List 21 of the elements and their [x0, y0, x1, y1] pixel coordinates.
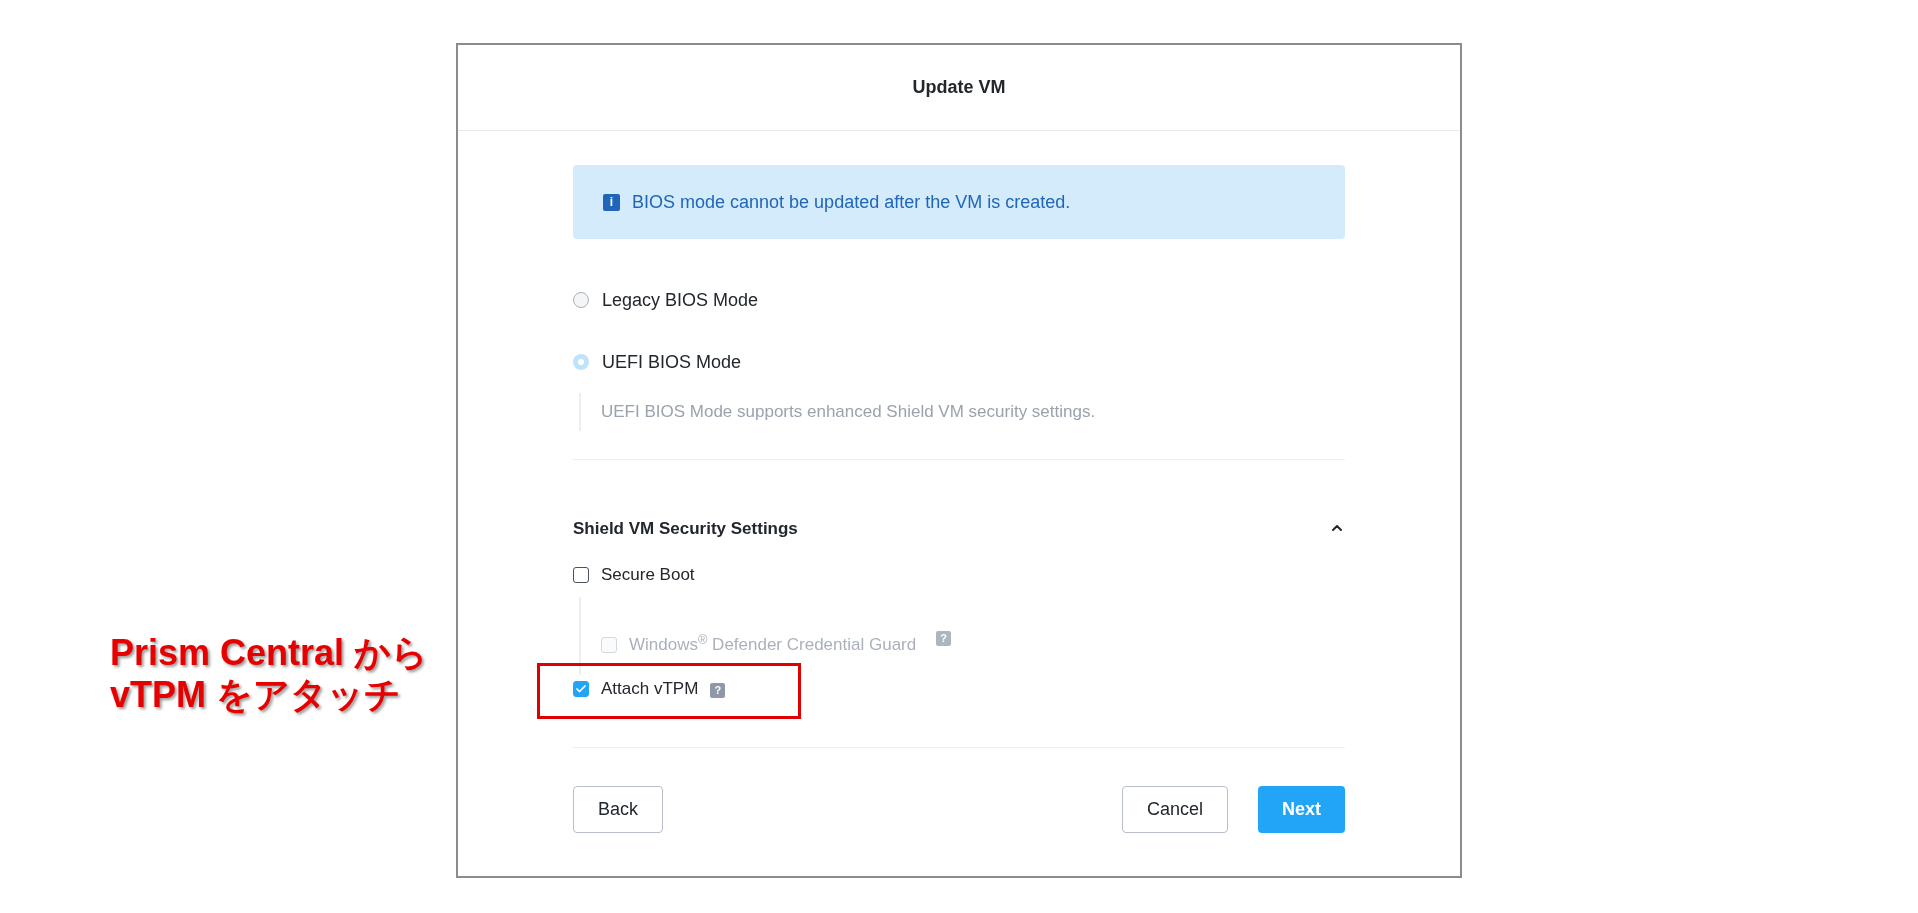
- primary-button[interactable]: Next: [1258, 786, 1345, 833]
- checkbox-label: Secure Boot: [601, 564, 695, 587]
- info-icon: i: [603, 193, 620, 211]
- option-description: UEFI BIOS Mode supports enhanced Shield VM security settings.: [601, 402, 1096, 421]
- radio-button[interactable]: [573, 354, 589, 370]
- checkbox[interactable]: [573, 567, 589, 583]
- annotation-text: vTPM をアタッチ: [110, 674, 402, 716]
- radio-label: UEFI BIOS Mode: [602, 350, 742, 374]
- checkbox-label: Windows$^{®}$ Defender Credential Guard: [629, 632, 917, 657]
- checkbox[interactable]: [573, 681, 589, 697]
- help-icon[interactable]: ?: [710, 683, 726, 698]
- dialog-title: Update VM: [912, 76, 1006, 99]
- radio-button[interactable]: [573, 292, 589, 308]
- radio-label: Legacy BIOS Mode: [602, 288, 759, 312]
- checkbox-label: Attach vTPM: [601, 678, 699, 701]
- secondary-button[interactable]: Back: [573, 786, 664, 833]
- check-icon: [575, 683, 587, 695]
- annotation-text: Prism Central から: [110, 632, 429, 674]
- section-heading: Shield VM Security Settings: [573, 517, 798, 540]
- secondary-button[interactable]: Cancel: [1121, 786, 1228, 833]
- info-message: BIOS mode cannot be updated after the VM is created.: [632, 190, 1071, 214]
